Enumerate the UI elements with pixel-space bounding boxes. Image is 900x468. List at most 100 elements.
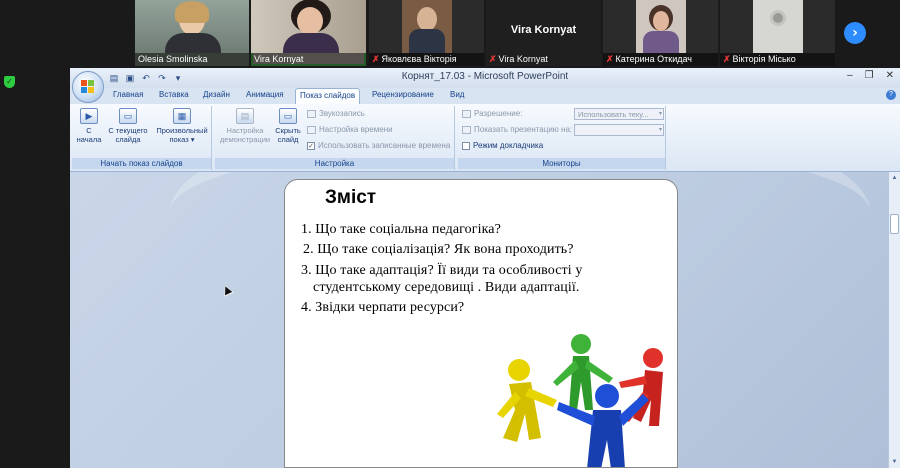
participant-tile[interactable]: Vira Kornyat ✗ Vira Kornyat (486, 0, 601, 66)
custom-show-label-2: показ ▾ (169, 135, 195, 144)
minimize-icon[interactable]: – (847, 70, 853, 81)
participant-avatar (409, 5, 445, 53)
show-on-label: Показать презентацию на: (474, 125, 573, 134)
setup-show-label-1: Настройка (226, 126, 264, 135)
from-beginning-button[interactable]: ▶ С начала (76, 108, 102, 144)
agenda-item: 3. Що таке адаптація? Її види та особлив… (301, 263, 583, 278)
office-logo-icon (81, 80, 95, 94)
tab-animation[interactable]: Анимация (246, 90, 284, 99)
agenda-item: 1. Що таке соціальна педагогіка? (301, 222, 501, 237)
shield-check-icon[interactable]: ✓ (4, 76, 15, 88)
participant-tile[interactable]: Vira Kornyat (251, 0, 366, 66)
tab-slide-show[interactable]: Показ слайдов (295, 88, 361, 104)
participant-display-name: Vira Kornyat (510, 24, 577, 36)
current-slide-icon: ▭ (119, 108, 137, 124)
group-monitors: Разрешение: Использовать теку... ▾ Показа… (458, 106, 666, 170)
tab-insert[interactable]: Вставка (159, 90, 189, 99)
custom-show-button[interactable]: ▦ Произвольный показ ▾ (154, 108, 210, 144)
screen: Olesia Smolinska Vira Kornyat ✗ Яковлєва … (0, 0, 900, 468)
hide-slide-label-1: Скрыть (275, 126, 301, 135)
from-beginning-label-1: С (86, 126, 92, 135)
participant-name-bar: Olesia Smolinska (135, 53, 249, 66)
tab-home[interactable]: Главная (113, 90, 143, 99)
participant-avatar (281, 0, 339, 53)
setup-show-button[interactable]: ▤ Настройка демонстрации (219, 108, 271, 144)
close-icon[interactable]: ✕ (886, 70, 894, 81)
show-on-select[interactable]: ▾ (574, 124, 664, 136)
agenda-item: 2. Що таке соціалізація? Як вона проходи… (303, 242, 574, 257)
restore-icon[interactable]: ❐ (865, 70, 874, 81)
setup-show-icon: ▤ (236, 108, 254, 124)
checkbox-unchecked-icon (462, 141, 470, 150)
custom-show-label-1: Произвольный (156, 126, 208, 135)
scroll-down-icon[interactable]: ▼ (890, 457, 899, 467)
chevron-right-icon[interactable]: › (844, 22, 866, 44)
window-controls: – ❐ ✕ (847, 70, 894, 81)
from-current-slide-button[interactable]: ▭ С текущего слайда (104, 108, 152, 144)
participant-name-bar: ✗ Катерина Откидач (603, 53, 718, 66)
participant-name: Olesia Smolinska (138, 54, 208, 64)
record-narration-button[interactable]: Звукозапись (307, 109, 365, 118)
group-label-setup: Настройка (215, 158, 454, 169)
participant-avatar (643, 5, 679, 53)
from-current-label-1: С текущего (108, 126, 148, 135)
dropdown-arrow-icon: ▾ (658, 127, 662, 133)
yellow-figure (497, 359, 557, 442)
vertical-scrollbar[interactable]: ▲ ▼ (888, 172, 900, 468)
ribbon-tabs: Главная Вставка Дизайн Анимация Показ сл… (70, 88, 900, 104)
hide-slide-label-2: слайд (277, 135, 299, 144)
monitor-icon (462, 125, 471, 134)
resolution-label-row: Разрешение: (462, 109, 522, 118)
microphone-icon (307, 109, 316, 118)
participant-tile[interactable]: ✗ Катерина Откидач (603, 0, 718, 66)
mic-muted-icon: ✗ (372, 54, 380, 64)
ribbon: ▶ С начала ▭ С текущего слайда ▦ Произво… (70, 104, 900, 172)
use-timings-checkbox[interactable]: ✓ Использовать записанные времена (307, 141, 450, 150)
scroll-up-icon[interactable]: ▲ (890, 173, 899, 183)
play-slideshow-icon: ▶ (80, 108, 98, 124)
teamwork-people-circle-image (497, 334, 663, 467)
participant-name: Vira Kornyat (498, 54, 548, 64)
scroll-thumb[interactable] (890, 214, 899, 234)
video-background (753, 0, 803, 53)
rehearse-timings-label: Настройка времени (319, 125, 393, 134)
participant-name: Vira Kornyat (254, 54, 304, 64)
from-beginning-label-2: начала (76, 135, 102, 144)
slide-title: Зміст (325, 187, 377, 208)
slide[interactable]: Зміст 1. Що таке соціальна педагогіка? 2… (284, 179, 678, 468)
participant-name-bar: ✗ Яковлєва Вікторія (369, 53, 484, 66)
office-button[interactable] (72, 71, 104, 103)
resolution-icon (462, 109, 471, 118)
dropdown-arrow-icon: ▾ (658, 111, 662, 117)
title-bar: ▤ ▣ ↶ ↷ ▾ Корнят_17.03 - Microsoft Power… (70, 68, 900, 88)
participant-avatar (165, 1, 221, 53)
group-label-start: Начать показ слайдов (72, 158, 211, 169)
window-title: Корнят_17.03 - Microsoft PowerPoint (401, 71, 569, 82)
tab-view[interactable]: Вид (450, 90, 464, 99)
tab-design[interactable]: Дизайн (203, 90, 230, 99)
participant-tile[interactable]: ✗ Яковлєва Вікторія (369, 0, 484, 66)
participant-name-bar: Vira Kornyat (251, 53, 366, 66)
help-icon[interactable]: ? (886, 90, 896, 100)
hide-slide-icon: ▭ (279, 108, 297, 124)
resolution-select[interactable]: Использовать теку... ▾ (574, 108, 664, 120)
resolution-label: Разрешение: (474, 109, 523, 118)
participant-name-bar: ✗ Vira Kornyat (486, 53, 601, 66)
from-current-label-2: слайда (115, 135, 141, 144)
clock-icon (307, 125, 316, 134)
participant-name: Вікторія Місько (732, 54, 796, 64)
mic-muted-icon: ✗ (606, 54, 614, 64)
show-on-label-row: Показать презентацию на: (462, 125, 572, 134)
agenda-item-continuation: студентському середовищі . Види адаптаці… (313, 280, 580, 295)
rehearse-timings-button[interactable]: Настройка времени (307, 125, 393, 134)
hide-slide-button[interactable]: ▭ Скрыть слайд (273, 108, 303, 144)
ceiling-lamp-icon (770, 10, 786, 26)
participant-tile[interactable]: Olesia Smolinska (135, 0, 249, 66)
participant-name-bar: ✗ Вікторія Місько (720, 53, 835, 66)
participant-name: Катерина Откидач (615, 54, 692, 64)
checkbox-checked-icon: ✓ (307, 141, 315, 150)
group-start-slideshow: ▶ С начала ▭ С текущего слайда ▦ Произво… (72, 106, 212, 170)
participant-tile[interactable]: ✗ Вікторія Місько (720, 0, 835, 66)
tab-review[interactable]: Рецензирование (372, 90, 434, 99)
presenter-view-checkbox[interactable]: Режим докладчика (462, 141, 543, 150)
